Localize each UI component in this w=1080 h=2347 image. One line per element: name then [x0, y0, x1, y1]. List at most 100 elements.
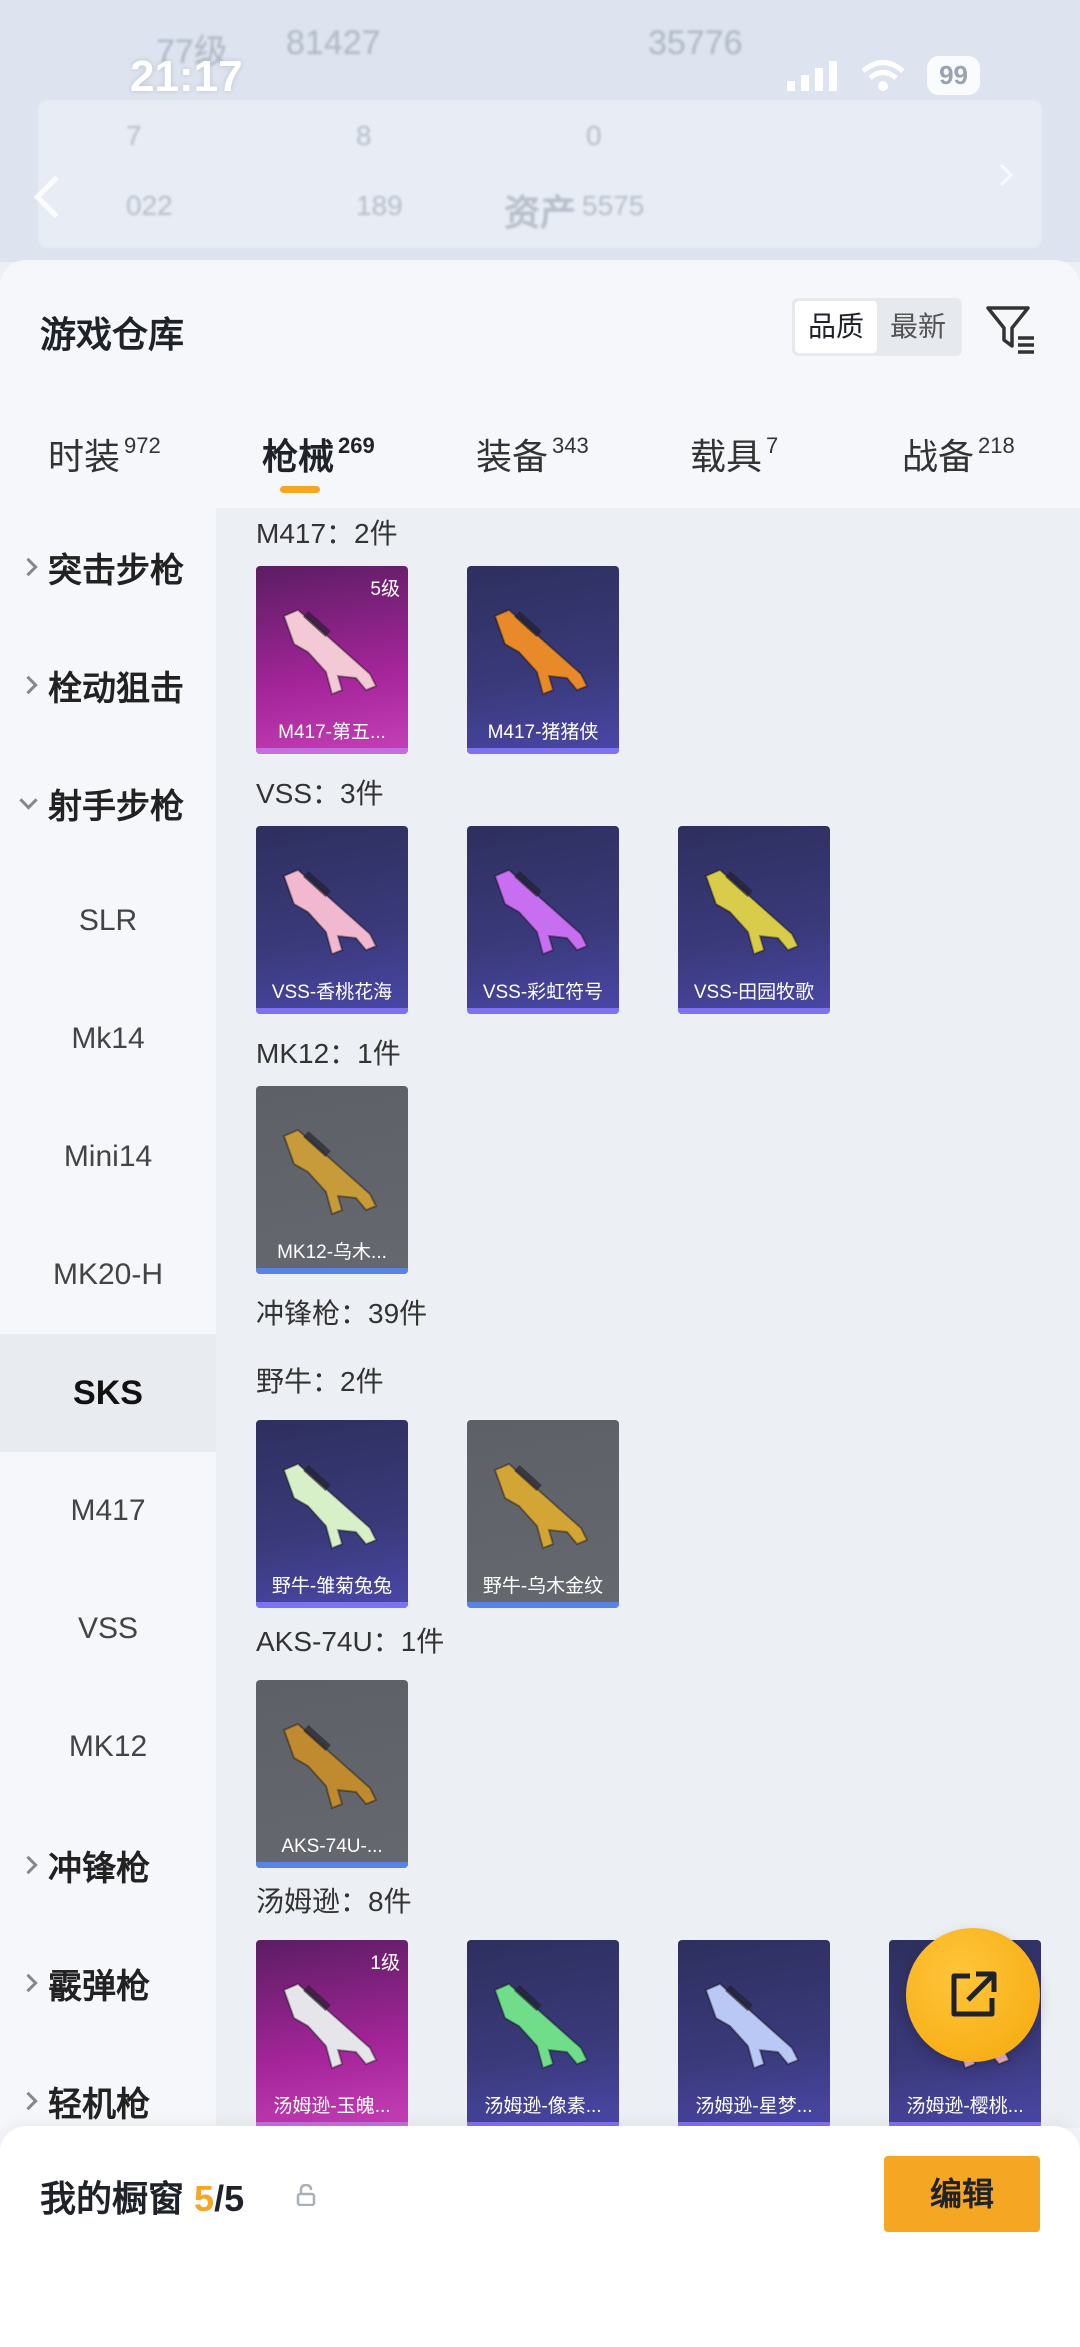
showcase-bar: 我的橱窗 5/5 编辑: [0, 2126, 1080, 2347]
edit-button[interactable]: 编辑: [884, 2156, 1040, 2232]
tab-count: 7: [766, 433, 779, 458]
count-text: 35776: [648, 24, 743, 62]
rarity-bar: [678, 1008, 830, 1014]
item-card[interactable]: VSS-彩虹符号: [467, 826, 619, 1014]
tab-gear[interactable]: 战备 218: [902, 428, 1015, 480]
chevron-right-icon[interactable]: [998, 162, 1014, 188]
showcase-label: 我的橱窗: [40, 2178, 185, 2219]
sidebar-item-mini14[interactable]: Mini14: [0, 1098, 216, 1216]
sidebar-item-marksman-rifle[interactable]: 射手步枪: [0, 744, 216, 862]
stat-2: 8: [356, 120, 372, 151]
item-card[interactable]: 野牛-乌木金纹: [467, 1420, 619, 1608]
item-card[interactable]: 野牛-雏菊兔兔: [256, 1420, 408, 1608]
gun-skin-icon: [704, 1982, 800, 2070]
sidebar-item-mk14[interactable]: Mk14: [0, 980, 216, 1098]
item-card[interactable]: 汤姆逊-星梦...: [678, 1940, 830, 2128]
tab-fashion[interactable]: 时装 972: [48, 428, 161, 480]
sidebar-item-shotgun[interactable]: 霰弹枪: [0, 1924, 216, 2042]
item-card[interactable]: AKS-74U-...: [256, 1680, 408, 1868]
rarity-bar: [256, 1862, 408, 1868]
item-name: 汤姆逊-玉魄...: [273, 2096, 391, 2117]
sidebar-item-label: 霰弹枪: [48, 1967, 150, 2006]
rarity-bar: [467, 1008, 619, 1014]
sidebar-item-label: 突击步枪: [48, 551, 184, 590]
rarity-bar: [467, 1602, 619, 1608]
share-button[interactable]: [906, 1928, 1040, 2062]
item-card[interactable]: 1级汤姆逊-玉魄...: [256, 1940, 408, 2128]
tab-equipment[interactable]: 装备 343: [476, 428, 589, 480]
showcase-count: 5: [194, 2178, 215, 2219]
gun-skin-icon: [282, 868, 378, 956]
item-card[interactable]: M417-猪猪侠: [467, 566, 619, 754]
category-tabs: 时装 972 枪械 269 装备 343 载具 7 战备 218: [0, 410, 1080, 506]
profile-background: 77级 81427 35776 7 8 0 022 189 资产 5575 21…: [0, 0, 1080, 262]
sort-toggle: 品质 最新: [792, 298, 962, 356]
sidebar-item-label: 冲锋枪: [48, 1849, 150, 1888]
sidebar-item-mk12[interactable]: MK12: [0, 1688, 216, 1806]
gun-skin-icon: [704, 868, 800, 956]
tab-count: 972: [124, 433, 161, 458]
tab-guns[interactable]: 枪械 269: [262, 428, 375, 480]
item-name: AKS-74U-...: [281, 1836, 383, 1857]
item-name: M417-第五...: [278, 722, 386, 743]
sidebar-item-vss[interactable]: VSS: [0, 1570, 216, 1688]
tab-count: 218: [978, 433, 1015, 458]
signal-icon: [787, 60, 838, 91]
sidebar-item-m417[interactable]: M417: [0, 1452, 216, 1570]
chevron-right-icon: [19, 557, 38, 577]
showcase-title: 我的橱窗 5/5: [40, 2170, 244, 2222]
item-level-badge: 1级: [370, 1953, 400, 1974]
sidebar-item-smg[interactable]: 冲锋枪: [0, 1806, 216, 1924]
page-title: 游戏仓库: [40, 314, 185, 355]
item-name: VSS-香桃花海: [271, 982, 393, 1003]
sidebar-item-label: 轻机枪: [48, 2085, 150, 2124]
gun-skin-icon: [282, 1722, 378, 1810]
sidebar-item-slr[interactable]: SLR: [0, 862, 216, 980]
chevron-right-icon: [19, 675, 38, 695]
tab-label: 载具: [690, 436, 763, 477]
filter-icon[interactable]: [982, 300, 1038, 356]
stat-3: 0: [586, 120, 602, 151]
group-label-mk12: MK12：1件: [256, 1038, 401, 1069]
item-name: MK12-乌木...: [277, 1242, 387, 1263]
item-name: 汤姆逊-樱桃...: [906, 2096, 1024, 2117]
sidebar-item-sks[interactable]: SKS: [0, 1334, 216, 1452]
item-card[interactable]: 5级 M417-第五...: [256, 566, 408, 754]
tab-count: 269: [338, 433, 375, 458]
gun-skin-icon: [282, 1462, 378, 1550]
group-label-thompson: 汤姆逊：8件: [256, 1886, 412, 1917]
stat-4: 022: [126, 190, 173, 221]
tab-count: 343: [552, 433, 589, 458]
rarity-bar: [256, 1268, 408, 1274]
external-link-icon: [951, 1971, 997, 2017]
stat-1: 7: [126, 120, 142, 151]
sidebar: 突击步枪 栓动狙击 射手步枪 SLR Mk14 Mini14 MK20-H SK…: [0, 508, 216, 2128]
rarity-bar: [256, 748, 408, 754]
item-name: 野牛-雏菊兔兔: [271, 1576, 393, 1597]
assets-label: 资产: [504, 192, 577, 233]
tab-vehicles[interactable]: 载具 7: [690, 428, 778, 480]
group-label-m417: M417：2件: [256, 518, 398, 549]
tab-label: 装备: [476, 436, 549, 477]
group-label-smg: 冲锋枪：39件: [256, 1298, 428, 1329]
chevron-right-icon: [19, 1973, 38, 1993]
sort-quality-button[interactable]: 品质: [795, 301, 877, 353]
sidebar-item-label: 射手步枪: [48, 787, 184, 826]
group-label-bizon: 野牛：2件: [256, 1366, 384, 1397]
sidebar-item-label: 栓动狙击: [48, 669, 184, 708]
item-card[interactable]: 汤姆逊-像素...: [467, 1940, 619, 2128]
item-card[interactable]: MK12-乌木...: [256, 1086, 408, 1274]
rarity-bar: [256, 1008, 408, 1014]
tab-label: 枪械: [262, 436, 335, 477]
sidebar-item-bolt-sniper[interactable]: 栓动狙击: [0, 626, 216, 744]
gun-skin-icon: [493, 1982, 589, 2070]
group-label-vss: VSS：3件: [256, 778, 384, 809]
sort-latest-button[interactable]: 最新: [877, 301, 959, 353]
status-time: 21:17: [130, 52, 243, 101]
tab-label: 时装: [48, 436, 121, 477]
item-card[interactable]: VSS-香桃花海: [256, 826, 408, 1014]
item-card[interactable]: VSS-田园牧歌: [678, 826, 830, 1014]
sidebar-item-mk20h[interactable]: MK20-H: [0, 1216, 216, 1334]
showcase-total: /5: [214, 2178, 245, 2219]
sidebar-item-assault-rifle[interactable]: 突击步枪: [0, 508, 216, 626]
